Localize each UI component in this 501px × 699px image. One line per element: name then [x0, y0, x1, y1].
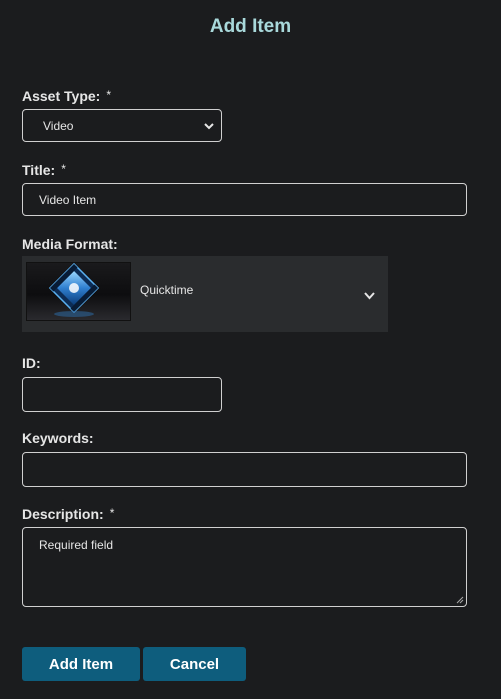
chevron-down-icon — [204, 123, 214, 130]
media-format-select[interactable]: Quicktime — [22, 256, 388, 332]
required-mark: * — [109, 506, 115, 520]
media-format-thumbnail — [26, 262, 131, 321]
asset-type-label-text: Asset Type: — [22, 88, 101, 104]
title-label: Title: * — [22, 162, 66, 178]
title-label-text: Title: — [22, 162, 56, 178]
cancel-button[interactable]: Cancel — [143, 647, 246, 681]
keywords-label: Keywords: — [22, 430, 94, 446]
keywords-input[interactable] — [22, 452, 467, 487]
media-format-value: Quicktime — [140, 283, 194, 297]
required-mark: * — [106, 88, 111, 102]
asset-type-value: Video — [43, 118, 74, 133]
title-input[interactable]: Video Item — [22, 183, 467, 216]
resize-handle-icon[interactable] — [456, 596, 464, 604]
asset-type-select[interactable]: Video — [22, 109, 222, 142]
quicktime-film-icon — [48, 263, 100, 317]
asset-type-label: Asset Type: * — [22, 88, 111, 104]
media-format-label: Media Format: — [22, 236, 118, 252]
dialog-title: Add Item — [209, 16, 292, 37]
description-textarea[interactable]: Required field — [22, 527, 467, 607]
id-label: ID: — [22, 355, 41, 371]
add-item-dialog: Add Item Asset Type: * Video Title: * Vide… — [0, 0, 501, 699]
chevron-down-icon — [364, 292, 375, 300]
description-label: Description: * — [22, 506, 114, 522]
title-input-value: Video Item — [39, 192, 97, 207]
id-input[interactable] — [22, 377, 222, 412]
add-item-button[interactable]: Add Item — [22, 647, 140, 681]
description-placeholder: Required field — [39, 538, 114, 552]
required-mark: * — [61, 162, 66, 176]
description-label-text: Description: — [22, 506, 104, 522]
